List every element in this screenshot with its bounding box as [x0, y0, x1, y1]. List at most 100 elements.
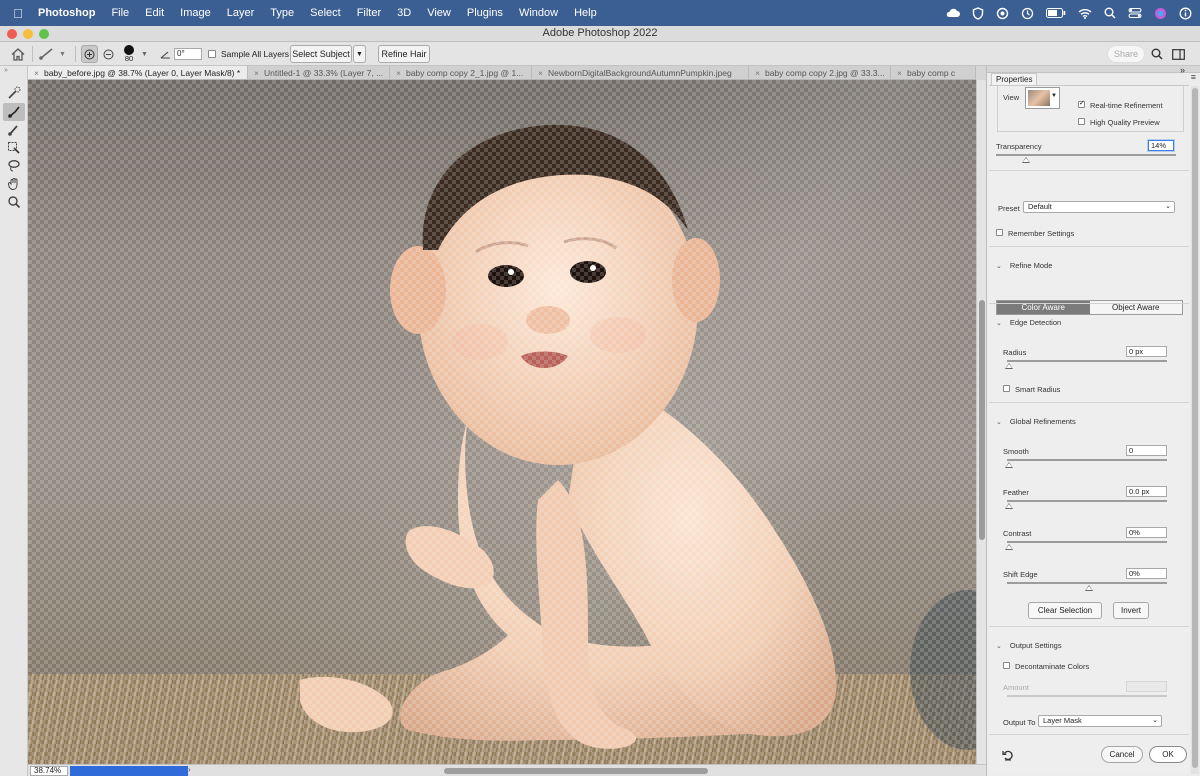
global-refinements-section[interactable]: ⌄ Global Refinements: [996, 417, 1076, 426]
document-tab[interactable]: × baby comp copy 2_1.jpg @ 1...: [390, 66, 532, 79]
brush-tool[interactable]: [3, 121, 25, 139]
transparency-field[interactable]: 14%: [1148, 140, 1174, 151]
zoom-level-field[interactable]: 38.74%: [30, 766, 68, 776]
siri-icon[interactable]: [1154, 7, 1167, 20]
decontaminate-colors-checkbox[interactable]: [1003, 662, 1010, 669]
brush-size-picker[interactable]: 80: [124, 42, 134, 66]
menu-file[interactable]: File: [103, 7, 137, 19]
radius-field[interactable]: 0 px: [1126, 346, 1167, 357]
document-canvas[interactable]: [28, 80, 976, 764]
select-subject-button[interactable]: Select Subject: [290, 45, 352, 63]
shift-edge-field[interactable]: 0%: [1126, 568, 1167, 579]
close-tab-icon[interactable]: ×: [396, 68, 401, 78]
contrast-slider-thumb[interactable]: [1005, 544, 1013, 550]
panel-scrollbar[interactable]: [1191, 86, 1199, 774]
horizontal-scrollbar-thumb[interactable]: [444, 768, 708, 774]
panel-menu-icon[interactable]: ≡: [1191, 72, 1196, 82]
clear-selection-button[interactable]: Clear Selection: [1028, 602, 1102, 619]
document-tab[interactable]: × baby comp copy 2.jpg @ 33.3...: [749, 66, 891, 79]
invert-button[interactable]: Invert: [1113, 602, 1149, 619]
transparency-slider-thumb[interactable]: [1022, 157, 1030, 163]
menu-select[interactable]: Select: [302, 7, 349, 19]
close-tab-icon[interactable]: ×: [538, 68, 543, 78]
angle-field[interactable]: 0°: [174, 48, 202, 60]
smooth-slider[interactable]: [1007, 459, 1167, 461]
mask-icon[interactable]: [996, 7, 1009, 20]
scrollbar-thumb[interactable]: [979, 300, 985, 540]
refine-hair-button[interactable]: Refine Hair: [378, 45, 430, 63]
document-tab[interactable]: × Untitled-1 @ 33.3% (Layer 7, ...: [248, 66, 390, 79]
collapse-panels-icon[interactable]: »: [1180, 65, 1185, 75]
tool-preset-picker[interactable]: ▼: [38, 42, 66, 66]
search-icon[interactable]: [1104, 7, 1116, 19]
shift-edge-slider-thumb[interactable]: [1085, 585, 1093, 591]
radius-slider[interactable]: [1007, 360, 1167, 362]
smooth-field[interactable]: 0: [1126, 445, 1167, 456]
toolbar-collapse-icon[interactable]: »: [4, 67, 8, 74]
smooth-slider-thumb[interactable]: [1005, 462, 1013, 468]
sample-all-layers-checkbox[interactable]: [208, 50, 216, 58]
info-icon[interactable]: [1179, 7, 1192, 20]
menu-edit[interactable]: Edit: [137, 7, 172, 19]
preset-dropdown[interactable]: Default ⌄: [1023, 201, 1175, 213]
menu-layer[interactable]: Layer: [219, 7, 263, 19]
panel-collapse-bar[interactable]: »: [987, 65, 1200, 75]
status-menu-icon[interactable]: ›: [188, 765, 191, 774]
close-tab-icon[interactable]: ×: [897, 68, 902, 78]
edge-detection-section[interactable]: ⌄ Edge Detection: [996, 318, 1061, 327]
remember-settings-checkbox[interactable]: [996, 229, 1003, 236]
smart-radius-checkbox[interactable]: [1003, 385, 1010, 392]
menu-help[interactable]: Help: [566, 7, 605, 19]
cancel-button[interactable]: Cancel: [1101, 746, 1143, 763]
output-settings-section[interactable]: ⌄ Output Settings: [996, 641, 1062, 650]
sample-all-layers-option[interactable]: Sample All Layers: [208, 42, 289, 66]
lasso-tool[interactable]: [3, 157, 25, 175]
object-selection-tool[interactable]: [3, 139, 25, 157]
shield-icon[interactable]: [972, 6, 984, 20]
realtime-refinement-checkbox[interactable]: [1078, 99, 1085, 108]
wifi-icon[interactable]: [1078, 8, 1092, 19]
document-tab-active[interactable]: × baby_before.jpg @ 38.7% (Layer 0, Layer…: [28, 66, 248, 79]
document-tab[interactable]: × NewbornDigitalBackgroundAutumnPumpkin.j…: [532, 66, 749, 79]
reset-icon[interactable]: [1002, 749, 1014, 764]
home-icon[interactable]: [11, 42, 25, 66]
search-icon[interactable]: [1151, 42, 1163, 66]
radius-slider-thumb[interactable]: [1005, 363, 1013, 369]
workspace-icon[interactable]: [1172, 42, 1185, 66]
time-machine-icon[interactable]: [1021, 7, 1034, 20]
select-subject-dropdown[interactable]: ▼: [353, 45, 366, 63]
close-tab-icon[interactable]: ×: [34, 68, 39, 78]
canvas-vertical-scrollbar[interactable]: [976, 80, 986, 764]
cloud-sync-icon[interactable]: [946, 7, 960, 19]
transparency-slider[interactable]: [996, 154, 1176, 156]
feather-field[interactable]: 0.0 px: [1126, 486, 1167, 497]
add-to-selection-button[interactable]: [81, 45, 98, 63]
panel-scrollbar-thumb[interactable]: [1192, 88, 1198, 768]
view-mode-picker[interactable]: ▼: [1025, 87, 1060, 109]
menu-3d[interactable]: 3D: [389, 7, 419, 19]
battery-icon[interactable]: [1046, 8, 1066, 18]
brush-size-dropdown[interactable]: ▼: [141, 42, 148, 66]
menu-app-name[interactable]: Photoshop: [36, 7, 103, 19]
control-center-icon[interactable]: [1128, 7, 1142, 19]
contrast-slider[interactable]: [1007, 541, 1167, 543]
subtract-from-selection-button[interactable]: [103, 42, 114, 66]
menu-type[interactable]: Type: [262, 7, 302, 19]
apple-menu-icon[interactable]: : [0, 6, 36, 21]
quick-selection-tool[interactable]: [3, 84, 25, 102]
zoom-tool[interactable]: [3, 193, 25, 211]
properties-tab[interactable]: Properties: [991, 73, 1038, 85]
menu-window[interactable]: Window: [511, 7, 566, 19]
contrast-field[interactable]: 0%: [1126, 527, 1167, 538]
feather-slider[interactable]: [1007, 500, 1167, 502]
close-tab-icon[interactable]: ×: [755, 68, 760, 78]
output-to-dropdown[interactable]: Layer Mask ⌄: [1038, 715, 1162, 727]
ok-button[interactable]: OK: [1149, 746, 1187, 763]
refine-edge-brush-tool[interactable]: [3, 103, 25, 121]
menu-plugins[interactable]: Plugins: [459, 7, 511, 19]
high-quality-preview-checkbox[interactable]: [1078, 118, 1085, 125]
menu-filter[interactable]: Filter: [349, 7, 389, 19]
document-tab[interactable]: × baby comp c: [891, 66, 976, 79]
menu-view[interactable]: View: [419, 7, 459, 19]
refine-mode-section[interactable]: ⌄ Refine Mode: [996, 261, 1052, 270]
